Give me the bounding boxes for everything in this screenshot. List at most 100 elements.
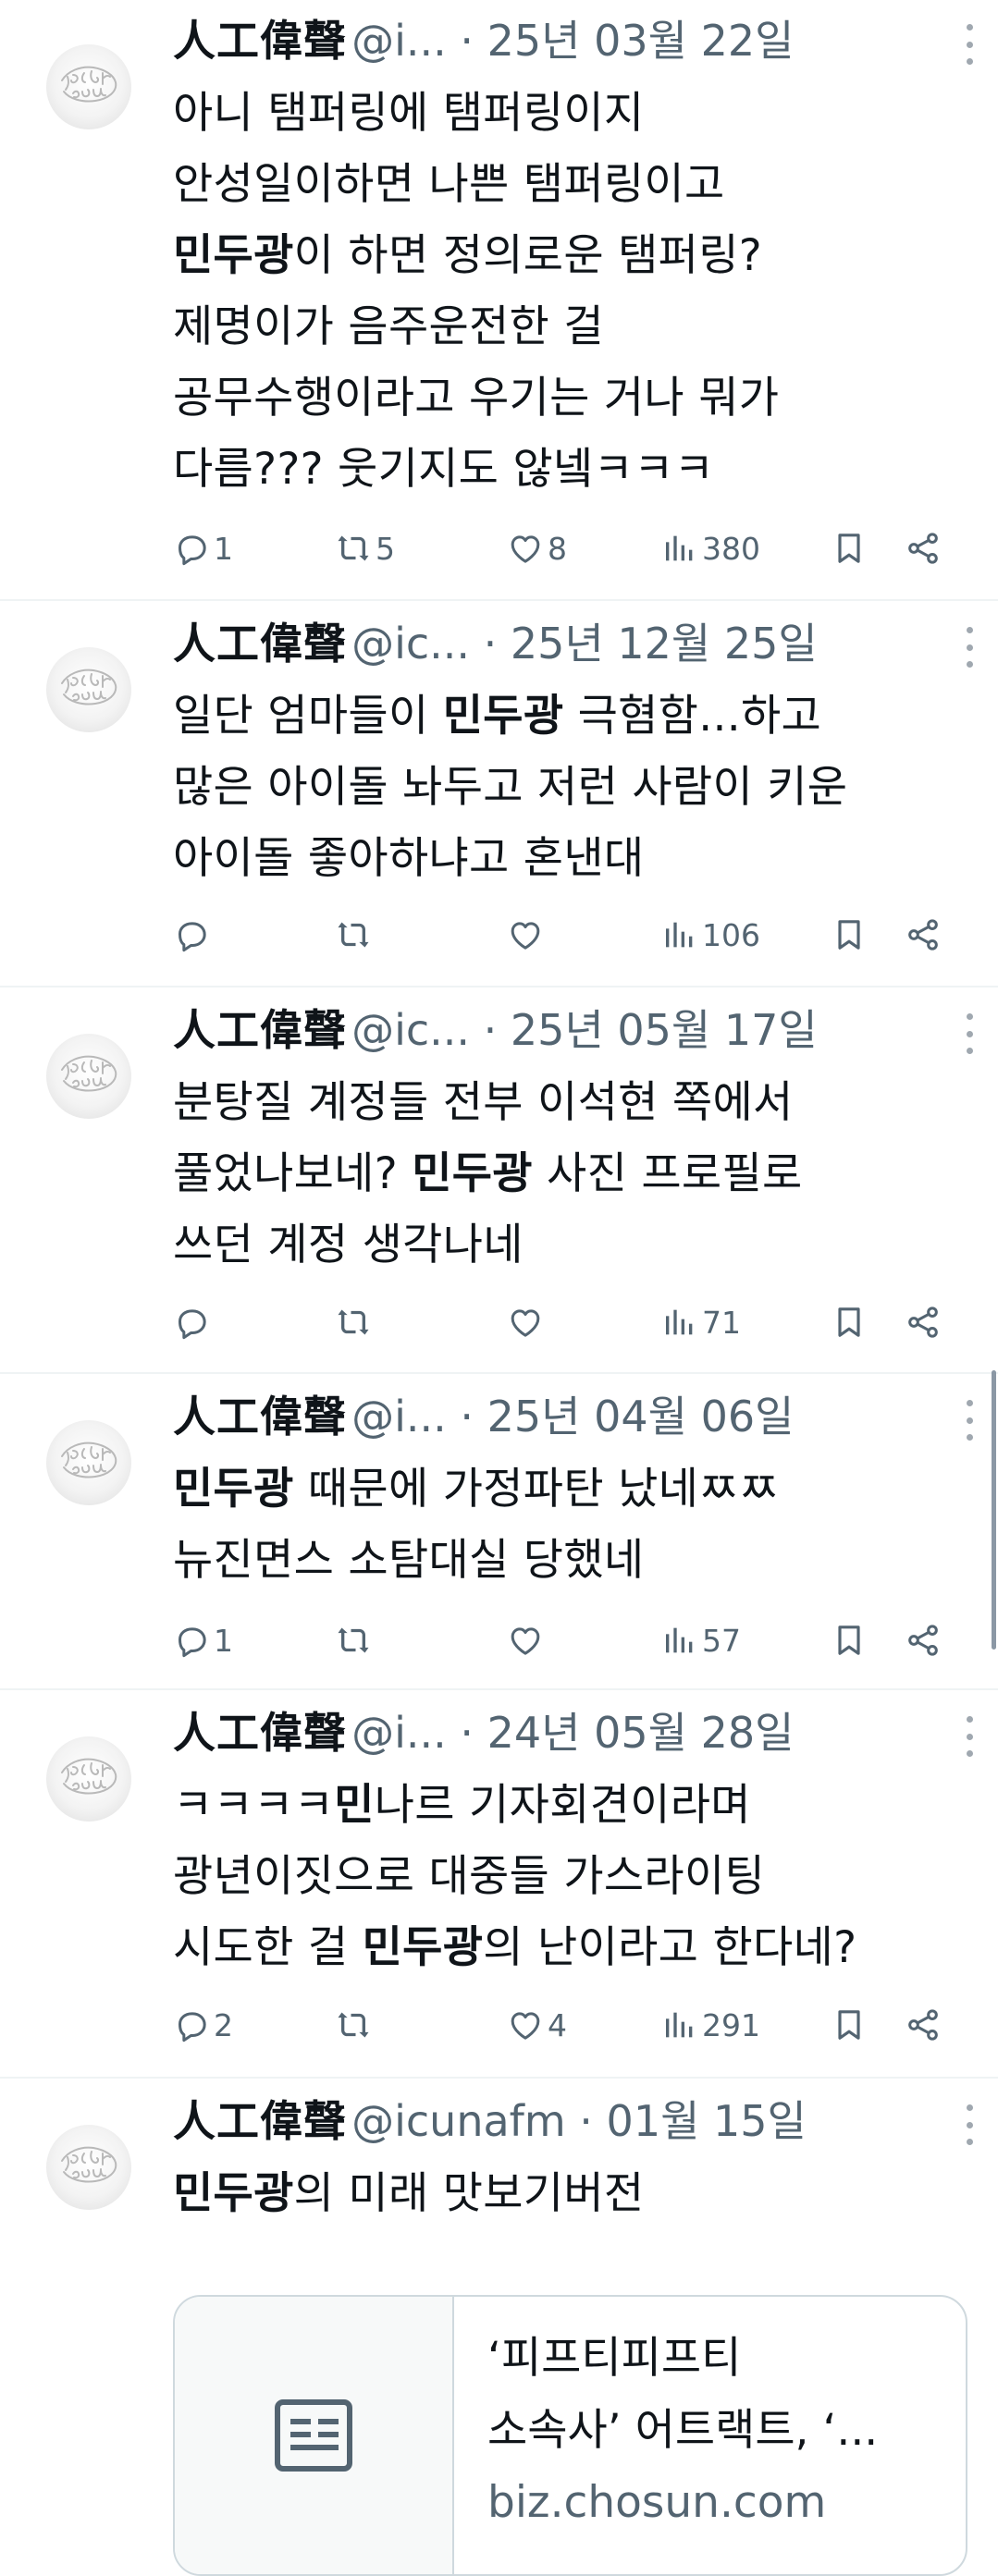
- avatar[interactable]: [46, 1034, 131, 1119]
- tweet-date[interactable]: 25년 12월 25일: [511, 619, 818, 669]
- scrollbar[interactable]: [992, 1370, 996, 1650]
- author-handle[interactable]: @i...: [351, 16, 447, 66]
- share-button[interactable]: [905, 521, 942, 576]
- bookmark-button[interactable]: [831, 1613, 868, 1668]
- text-segment: 의 난이라고 한다네?: [483, 1922, 857, 1973]
- views-button[interactable]: 106: [661, 907, 760, 963]
- text-segment: 풀었나보네?: [173, 1148, 413, 1199]
- retweet-icon: [335, 2006, 372, 2043]
- share-button[interactable]: [905, 1613, 942, 1668]
- retweet-button[interactable]: [335, 1294, 376, 1350]
- avatar[interactable]: [46, 1420, 131, 1505]
- avatar[interactable]: [46, 44, 131, 129]
- tweet-text-line: 아이돌 좋아하냐고 혼낸대: [173, 823, 965, 894]
- replies-count: 1: [214, 530, 233, 567]
- views-button[interactable]: 71: [661, 1294, 741, 1350]
- bookmark-button[interactable]: [831, 1997, 868, 2053]
- tweet-actions: 2 4 291: [0, 1997, 998, 2053]
- share-button[interactable]: [905, 1997, 942, 2053]
- retweet-button[interactable]: [335, 1613, 376, 1668]
- like-button[interactable]: [507, 1613, 548, 1668]
- bookmark-button[interactable]: [831, 1294, 868, 1350]
- like-icon: [507, 916, 544, 953]
- author-handle[interactable]: @ic...: [351, 619, 470, 669]
- author-handle[interactable]: @icunafm: [351, 2096, 566, 2146]
- retweet-icon: [335, 1304, 372, 1341]
- more-icon[interactable]: [959, 627, 980, 668]
- author-handle[interactable]: @i...: [351, 1392, 447, 1441]
- reply-button[interactable]: 1: [173, 1613, 233, 1668]
- author-name[interactable]: 人工偉聲: [173, 619, 347, 669]
- like-button[interactable]: [507, 1294, 548, 1350]
- share-button[interactable]: [905, 907, 942, 963]
- share-button[interactable]: [905, 1294, 942, 1350]
- text-segment: 나르 기자회견이라며: [374, 1780, 751, 1831]
- tweet[interactable]: 人工偉聲 @ic... · 25년 05월 17일 분탕질 계정들 전부 이석현 …: [0, 989, 998, 1374]
- author-handle[interactable]: @ic...: [351, 1005, 470, 1055]
- text-segment: 공무수행이라고 우기는 거나 뭐가: [173, 373, 780, 423]
- tweet-header: 人工偉聲 @i... · 24년 05월 28일: [173, 1699, 970, 1764]
- reply-button[interactable]: [173, 1294, 214, 1350]
- tweet-text-line: 풀었나보네? 민두광 사진 프로필로: [173, 1138, 965, 1209]
- tweet[interactable]: 人工偉聲 @i... · 24년 05월 28일 ㅋㅋㅋㅋ민나르 기자회견이라며 광…: [0, 1692, 998, 2079]
- views-count: 291: [702, 2006, 760, 2043]
- bookmark-button[interactable]: [831, 521, 868, 576]
- author-name[interactable]: 人工偉聲: [173, 1005, 347, 1055]
- tweet-text-line: ㅋㅋㅋㅋ민나르 기자회견이라며: [173, 1770, 965, 1841]
- retweets-count: 5: [376, 530, 395, 567]
- tweet-date[interactable]: 24년 05월 28일: [487, 1708, 795, 1758]
- author-name[interactable]: 人工偉聲: [173, 1708, 347, 1758]
- author-name[interactable]: 人工偉聲: [173, 1392, 347, 1441]
- reply-icon: [173, 2006, 210, 2043]
- retweet-button[interactable]: 5: [335, 521, 395, 576]
- more-icon[interactable]: [959, 1013, 980, 1054]
- text-segment: 극혐함...하고: [563, 691, 822, 742]
- avatar[interactable]: [46, 647, 131, 732]
- text-segment: ㅋㅋㅋㅋ: [173, 1780, 335, 1831]
- retweet-button[interactable]: [335, 1997, 376, 2053]
- tweet[interactable]: 人工偉聲 @i... · 25년 04월 06일 민두광 때문에 가정파탄 났네ㅉ…: [0, 1376, 998, 1690]
- views-button[interactable]: 57: [661, 1613, 741, 1668]
- tweet-actions: 1 57: [0, 1613, 998, 1668]
- more-icon[interactable]: [959, 1400, 980, 1441]
- avatar[interactable]: [46, 2125, 131, 2210]
- reply-button[interactable]: [173, 907, 214, 963]
- bookmark-button[interactable]: [831, 907, 868, 963]
- author-name[interactable]: 人工偉聲: [173, 16, 347, 66]
- views-button[interactable]: 291: [661, 1997, 760, 2053]
- views-button[interactable]: 380: [661, 521, 760, 576]
- tweet[interactable]: 人工偉聲 @ic... · 25년 12월 25일 일단 엄마들이 민두광 극혐함…: [0, 603, 998, 987]
- more-icon[interactable]: [959, 24, 980, 65]
- retweet-icon: [335, 1622, 372, 1659]
- tweet-date[interactable]: 25년 04월 06일: [487, 1392, 795, 1441]
- more-icon[interactable]: [959, 2104, 980, 2145]
- tweet-header: 人工偉聲 @icunafm · 01월 15일: [173, 2088, 970, 2153]
- views-count: 380: [702, 530, 760, 567]
- avatar[interactable]: [46, 1736, 131, 1822]
- tweet-text-line: 시도한 걸 민두광의 난이라고 한다네?: [173, 1912, 965, 1983]
- tweet-date[interactable]: 01월 15일: [607, 2096, 807, 2146]
- article-icon: [274, 2398, 353, 2472]
- text-segment: 시도한 걸: [173, 1922, 363, 1973]
- reply-button[interactable]: 1: [173, 521, 233, 576]
- tweet-text-line: 안성일이하면 나쁜 탬퍼링이고: [173, 149, 965, 220]
- retweet-button[interactable]: [335, 907, 376, 963]
- like-button[interactable]: 4: [507, 1997, 567, 2053]
- text-segment: 의 미래 맛보기버전: [293, 2168, 645, 2219]
- like-button[interactable]: 8: [507, 521, 567, 576]
- more-icon[interactable]: [959, 1716, 980, 1757]
- text-segment: 아니 탬퍼링에 탬퍼링이지: [173, 88, 645, 139]
- author-name[interactable]: 人工偉聲: [173, 2096, 347, 2146]
- tweet[interactable]: 人工偉聲 @icunafm · 01월 15일 민두광의 미래 맛보기버전 ‘피프티…: [0, 2080, 998, 2576]
- author-handle[interactable]: @i...: [351, 1708, 447, 1758]
- tweet-text: ㅋㅋㅋㅋ민나르 기자회견이라며 광년이짓으로 대중들 가스라이팅 시도한 걸 민두광…: [173, 1770, 965, 1983]
- tweet-date[interactable]: 25년 05월 17일: [511, 1005, 818, 1055]
- link-preview-card[interactable]: ‘피프티피프티 소속사’ 어트랙트, ‘... biz.chosun.com: [173, 2295, 967, 2576]
- divider: [0, 2077, 998, 2079]
- tweet[interactable]: 人工偉聲 @i... · 25년 03월 22일 아니 탬퍼링에 탬퍼링이지 안성일…: [0, 0, 998, 601]
- views-count: 71: [702, 1304, 741, 1341]
- reply-button[interactable]: 2: [173, 1997, 233, 2053]
- tweet-date[interactable]: 25년 03월 22일: [487, 16, 795, 66]
- reply-icon: [173, 1622, 210, 1659]
- like-button[interactable]: [507, 907, 548, 963]
